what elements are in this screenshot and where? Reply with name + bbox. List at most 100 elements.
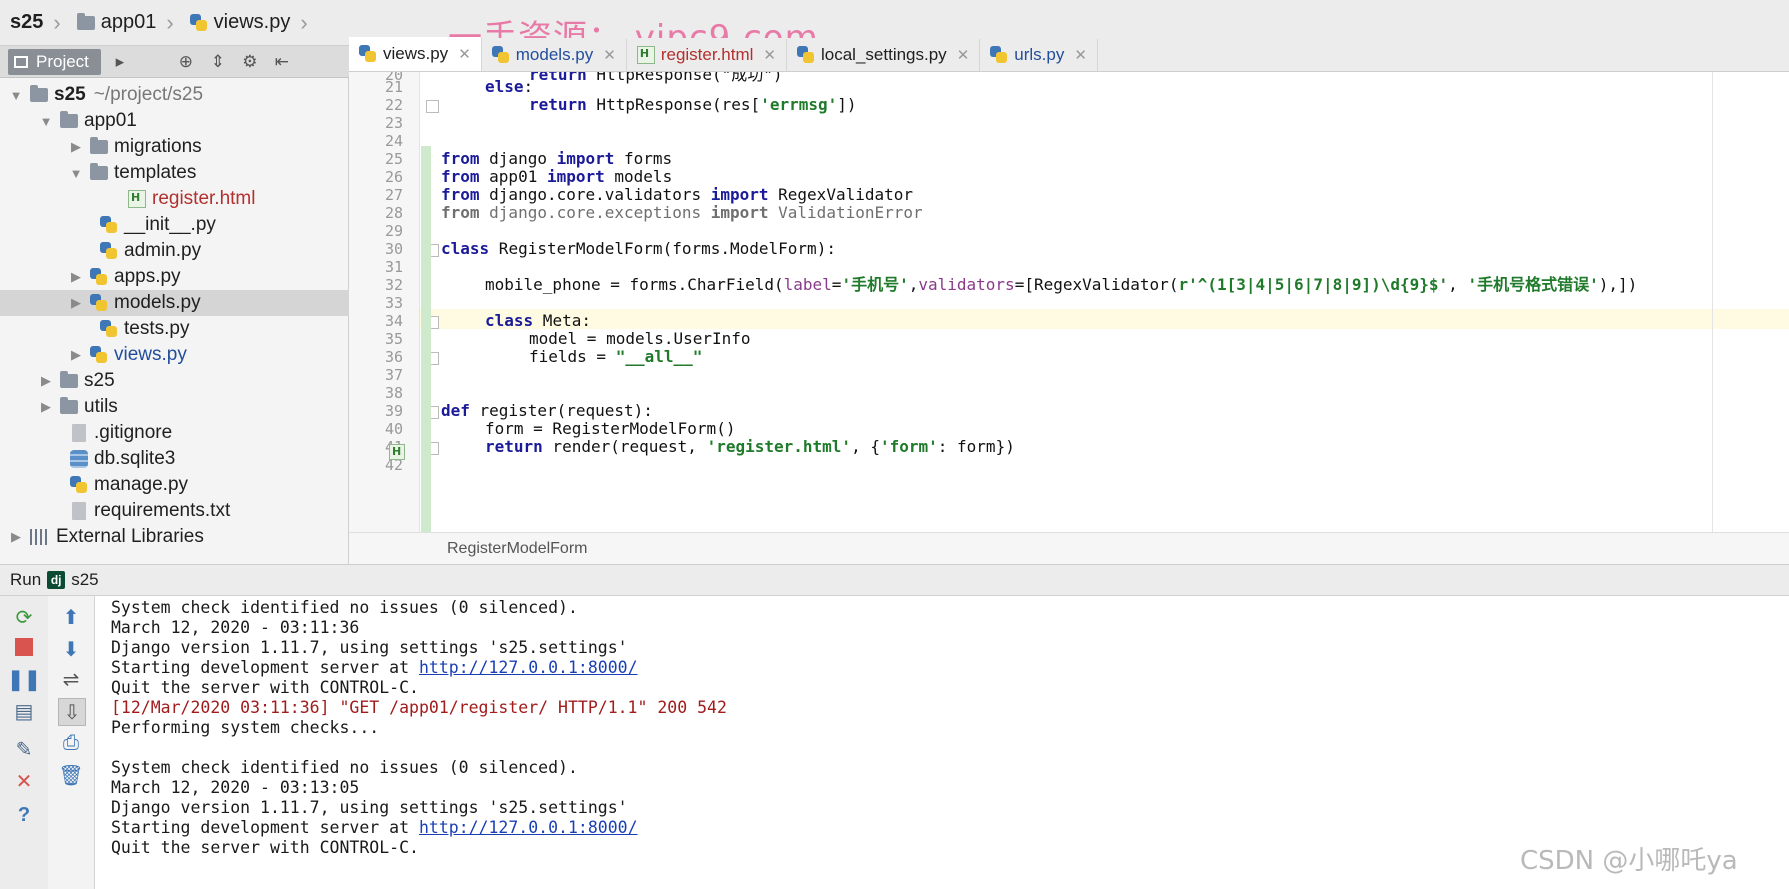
console-line: March 12, 2020 - 03:13:05 [111, 778, 359, 798]
editor-tabs: views.py ✕ models.py ✕ register.html ✕ l… [349, 37, 1789, 72]
scroll-to-end-icon[interactable]: ⇩ [58, 698, 86, 726]
pause-icon[interactable]: ❚❚ [7, 666, 41, 692]
console-text: Django version 1.11.7, using settings 's… [111, 638, 628, 657]
close-icon[interactable]: ✕ [458, 45, 471, 63]
server-url-link[interactable]: http://127.0.0.1:8000/ [419, 658, 638, 677]
code-text: render(request, [542, 437, 707, 456]
keyword: from [441, 149, 480, 168]
vcs-change-marker [421, 146, 431, 532]
tab-label: urls.py [1014, 45, 1065, 64]
code-line-35: model = models.UserInfo [441, 329, 751, 349]
pin-icon[interactable]: ✎ [11, 736, 37, 762]
string-literal: r'^(1[3|4|5|6|7|8|9])\d{9}$' [1178, 275, 1449, 294]
django-icon: dj [47, 571, 66, 589]
code-text: ValidationError [768, 203, 923, 222]
tree-item-label: db.sqlite3 [94, 448, 176, 469]
code-text: HttpResponse(res[ [586, 95, 761, 114]
locate-icon[interactable]: ⊕ [173, 49, 199, 75]
soft-wrap-icon[interactable]: ⇌ [58, 666, 84, 692]
server-url-link[interactable]: http://127.0.0.1:8000/ [419, 818, 638, 837]
code-line-34: class Meta: [441, 311, 591, 331]
line-number: 35 [384, 330, 403, 348]
arrow-down-icon[interactable]: ⬇ [58, 636, 84, 662]
fold-marker-icon[interactable] [426, 100, 439, 113]
tab-urls-py[interactable]: urls.py ✕ [980, 39, 1098, 71]
line-number: 26 [384, 168, 403, 186]
close-icon[interactable]: ✕ [957, 46, 970, 64]
keyword: return [529, 72, 587, 84]
breadcrumb-views[interactable]: views.py › [180, 0, 314, 46]
line-number: 25 [384, 150, 403, 168]
python-file-icon [990, 46, 1008, 64]
html-file-icon [128, 190, 146, 208]
console-line: Quit the server with CONTROL-C. [111, 678, 419, 698]
text-file-icon [72, 424, 86, 442]
code-line-39: def register(request): [441, 401, 653, 421]
trash-icon[interactable]: 🗑 [58, 762, 84, 788]
python-file-icon [491, 46, 510, 64]
play-icon[interactable]: ▸ [107, 49, 133, 75]
line-number: 30 [384, 240, 403, 258]
gear-icon[interactable]: ⚙ [237, 49, 263, 75]
line-number: 31 [384, 258, 403, 276]
html-template-gutter-icon[interactable] [389, 444, 405, 460]
tree-item-path: ~/project/s25 [93, 84, 204, 105]
tree-item-label: templates [114, 162, 197, 183]
code-editor[interactable]: 20 21 22 23 24 25 26 27 28 29 30 31 32 3… [349, 72, 1789, 532]
rerun-icon[interactable]: ⟳ [11, 604, 37, 630]
tab-register-html[interactable]: register.html ✕ [627, 39, 787, 71]
code-text: RegisterModelForm(forms.ModelForm): [489, 239, 836, 258]
code-text: =[RegexValidator( [1014, 275, 1179, 294]
tree-item-label: register.html [152, 188, 256, 209]
close-icon[interactable]: ✕ [763, 46, 776, 64]
collapse-all-icon[interactable]: ⇕ [205, 49, 231, 75]
folder-icon [90, 137, 108, 154]
line-number: 22 [384, 96, 403, 114]
breadcrumb-project-label: s25 [10, 11, 44, 33]
collapsed-arrow-icon: ▶ [11, 529, 21, 544]
folder-icon [76, 12, 95, 30]
code-text: Meta: [533, 311, 591, 330]
hide-panel-icon[interactable]: ⇤ [269, 49, 295, 75]
expanded-arrow-icon: ▼ [39, 113, 53, 129]
layout-icon[interactable]: ▤ [11, 698, 37, 724]
tree-item-utils[interactable]: ▶ utils [0, 394, 387, 420]
close-icon[interactable]: ✕ [603, 46, 616, 64]
breadcrumb-project[interactable]: s25 › [0, 0, 67, 46]
string-literal: 'errmsg' [760, 95, 838, 114]
line-number-gutter: 20 21 22 23 24 25 26 27 28 29 30 31 32 3… [349, 72, 439, 532]
tree-item-external-libraries[interactable]: ▶ External Libraries [0, 524, 357, 550]
tab-local-settings-py[interactable]: local_settings.py ✕ [787, 39, 981, 71]
keyword: from [441, 167, 480, 186]
close-icon[interactable]: ✕ [11, 768, 37, 794]
console-line: March 12, 2020 - 03:11:36 [111, 618, 359, 638]
tree-item-s25-root[interactable]: ▼ s25 ~/project/s25 [0, 82, 357, 108]
python-file-icon [70, 476, 88, 494]
tree-item-app01[interactable]: ▼ app01 [0, 108, 387, 134]
project-tool-tab[interactable]: Project [8, 48, 101, 75]
line-number: 40 [384, 420, 403, 438]
python-file-icon [100, 216, 118, 234]
console-text: System check identified no issues (0 sil… [111, 758, 578, 777]
console-line: Starting development server at http://12… [111, 658, 638, 678]
breadcrumb-app01[interactable]: app01 › [67, 0, 180, 46]
tab-models-py[interactable]: models.py ✕ [482, 39, 627, 71]
console-text: Starting development server at [111, 818, 419, 837]
folder-icon [90, 163, 108, 180]
tree-item-s25-package[interactable]: ▶ s25 [0, 368, 387, 394]
line-number: 27 [384, 186, 403, 204]
arrow-up-icon[interactable]: ⬆ [58, 604, 84, 630]
console-text: [12/Mar/2020 03:11:36] "GET /app01/regis… [111, 698, 727, 717]
code-text: RegexValidator [768, 185, 914, 204]
editor-structure-breadcrumb[interactable]: RegisterModelForm [349, 532, 1789, 564]
collapsed-arrow-icon: ▶ [71, 347, 81, 362]
keyword: return [529, 95, 587, 114]
code-text: HttpResponse("成功") [586, 72, 783, 84]
print-icon[interactable]: ⎙ [58, 730, 84, 756]
close-icon[interactable]: ✕ [1074, 46, 1087, 64]
tab-views-py[interactable]: views.py ✕ [349, 37, 482, 71]
stop-icon[interactable] [11, 634, 37, 660]
run-config-tab[interactable]: s25 [71, 570, 98, 590]
console-text: Quit the server with CONTROL-C. [111, 678, 419, 697]
help-icon[interactable]: ? [11, 802, 37, 828]
